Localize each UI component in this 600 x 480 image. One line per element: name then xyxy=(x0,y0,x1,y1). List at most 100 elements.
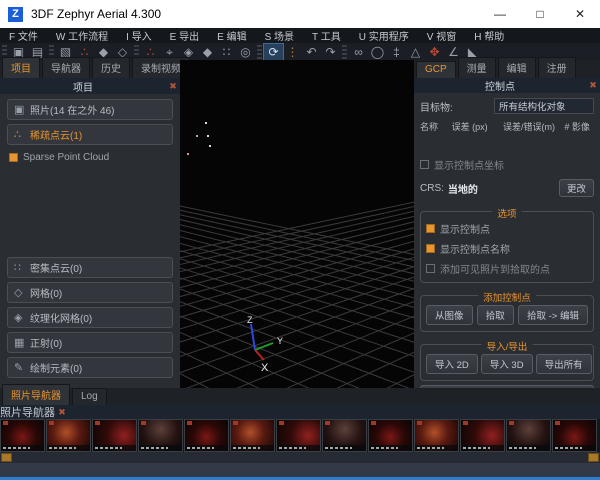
photo-thumbnail[interactable] xyxy=(460,419,505,452)
tab-register[interactable]: 注册 xyxy=(538,57,576,78)
orthophoto-item[interactable]: ▦ 正射(0) xyxy=(7,332,173,353)
close-icon[interactable]: ✖ xyxy=(166,81,180,92)
point-cloud-dot xyxy=(205,122,207,124)
sparse-layer-row[interactable]: Sparse Point Cloud xyxy=(7,149,173,166)
thumb-flag-icon xyxy=(233,421,238,425)
target-dropdown[interactable]: 所有结构化对象 xyxy=(494,98,594,114)
menu-edit[interactable]: E 编辑 xyxy=(208,28,255,43)
show-gcp-label: 显示控制点 xyxy=(440,221,490,236)
show-gcp-names-row[interactable]: 显示控制点名称 xyxy=(426,241,588,256)
solid-mesh-icon[interactable]: ◆ xyxy=(198,44,217,60)
thumb-flag-icon xyxy=(325,421,330,425)
menu-file[interactable]: F 文件 xyxy=(0,28,47,43)
photo-thumbnail[interactable] xyxy=(552,419,597,452)
gcp-table-empty[interactable] xyxy=(420,145,594,157)
show-coords-checkbox[interactable] xyxy=(420,160,429,169)
dense-cloud-item[interactable]: ∷ 密集点云(0) xyxy=(7,257,173,278)
pick-button[interactable]: 拾取 xyxy=(477,305,514,325)
photo-thumbnail[interactable] xyxy=(46,419,91,452)
thumb-filename xyxy=(553,445,596,451)
vertical-measure-icon[interactable]: ‡ xyxy=(387,44,406,60)
redo-icon[interactable]: ↷ xyxy=(321,44,340,60)
gcp-tool-icon[interactable]: ✥ xyxy=(425,44,444,60)
overflow-icon[interactable]: ⋮ xyxy=(283,44,302,60)
bottom-panel-tabs: 照片导航器 Log xyxy=(0,388,600,405)
sparse-cloud-item-label: 稀疏点云(1) xyxy=(30,127,82,142)
project-panel-header: 项目 ✖ xyxy=(0,78,180,94)
close-icon[interactable]: ✖ xyxy=(586,80,600,91)
close-icon[interactable]: ✖ xyxy=(55,407,69,418)
textured-mesh-item[interactable]: ◈ 纹理化网格(0) xyxy=(7,307,173,328)
thumbnail-scrollbar[interactable] xyxy=(0,452,600,463)
title-bar: Z 3DF Zephyr Aerial 4.300 — □ ✕ xyxy=(0,0,600,28)
menu-view[interactable]: V 视窗 xyxy=(418,28,465,43)
menu-scene[interactable]: S 场景 xyxy=(256,28,303,43)
camera-icon[interactable]: ◎ xyxy=(236,44,255,60)
pick-edit-button[interactable]: 拾取 -> 编辑 xyxy=(518,305,588,325)
plane-select-icon[interactable]: △ xyxy=(406,44,425,60)
photo-thumbnail[interactable] xyxy=(368,419,413,452)
menu-workflow[interactable]: W 工作流程 xyxy=(47,28,117,43)
axis-label-x: X xyxy=(261,362,268,374)
right-panel-tabs: GCP 测量 编辑 注册 xyxy=(414,60,600,78)
maximize-button[interactable]: □ xyxy=(520,0,560,28)
tab-project[interactable]: 项目 xyxy=(2,57,40,78)
photo-thumbnail[interactable] xyxy=(138,419,183,452)
thumb-filename xyxy=(185,445,228,451)
photos-item[interactable]: ▣ 照片(14 在之外 46) xyxy=(7,99,173,120)
photo-thumbnail[interactable] xyxy=(322,419,367,452)
app-logo-icon: Z xyxy=(8,7,23,22)
sync-view-icon[interactable]: ⟳ xyxy=(264,44,283,60)
minimize-button[interactable]: — xyxy=(480,0,520,28)
undo-icon[interactable]: ↶ xyxy=(302,44,321,60)
show-coords-row[interactable]: 显示控制点坐标 xyxy=(420,157,594,172)
thumb-flag-icon xyxy=(141,421,146,425)
sparse-cloud-item[interactable]: ∴ 稀疏点云(1) xyxy=(7,124,173,145)
layer-checkbox[interactable] xyxy=(9,153,18,162)
import-2d-button[interactable]: 导入 2D xyxy=(426,354,478,374)
photo-thumbnail[interactable] xyxy=(184,419,229,452)
thumb-flag-icon xyxy=(279,421,284,425)
menu-tools[interactable]: T 工具 xyxy=(303,28,350,43)
photo-thumbnail[interactable] xyxy=(92,419,137,452)
mesh-icon: ◇ xyxy=(14,286,30,299)
lasso-select-icon[interactable]: ∞ xyxy=(349,44,368,60)
scroll-right-button[interactable] xyxy=(588,453,599,462)
import-3d-button[interactable]: 导入 3D xyxy=(481,354,533,374)
tab-navigator[interactable]: 导航器 xyxy=(42,57,90,78)
axis-label-y: Y xyxy=(277,336,283,346)
photo-thumbnail[interactable] xyxy=(276,419,321,452)
menu-import[interactable]: I 导入 xyxy=(117,28,161,43)
photo-thumbnail[interactable] xyxy=(0,419,45,452)
photo-thumbnail[interactable] xyxy=(414,419,459,452)
tab-history[interactable]: 历史 xyxy=(92,57,130,78)
add-visible-photos-row[interactable]: 添加可见照片到拾取的点 xyxy=(426,261,588,276)
add-visible-photos-checkbox[interactable] xyxy=(426,264,435,273)
tab-log[interactable]: Log xyxy=(72,388,107,405)
menu-utilities[interactable]: U 实用程序 xyxy=(350,28,418,43)
import-export-group: 导入/导出 导入 2D 导入 3D 导出所有 xyxy=(420,344,594,381)
show-gcp-names-checkbox[interactable] xyxy=(426,244,435,253)
menu-bar: F 文件 W 工作流程 I 导入 E 导出 E 编辑 S 场景 T 工具 U 实… xyxy=(0,28,600,43)
gcp-panel: GCP 测量 编辑 注册 控制点 ✖ 目标物: 所有结构化对象 名称 误差 (p… xyxy=(414,60,600,388)
tab-edit[interactable]: 编辑 xyxy=(498,57,536,78)
scroll-left-button[interactable] xyxy=(1,453,12,462)
circle-select-icon[interactable]: ◯ xyxy=(368,44,387,60)
crs-change-button[interactable]: 更改 xyxy=(559,179,594,197)
tab-photo-navigator[interactable]: 照片导航器 xyxy=(2,384,70,405)
from-images-button[interactable]: 从图像 xyxy=(426,305,473,325)
tab-gcp[interactable]: GCP xyxy=(416,61,456,78)
menu-export[interactable]: E 导出 xyxy=(161,28,208,43)
photo-thumbnail[interactable] xyxy=(506,419,551,452)
show-gcp-row[interactable]: 显示控制点 xyxy=(426,221,588,236)
show-gcp-checkbox[interactable] xyxy=(426,224,435,233)
export-all-button[interactable]: 导出所有 xyxy=(536,354,592,374)
menu-help[interactable]: H 帮助 xyxy=(465,28,513,43)
viewport-3d[interactable]: Z Y X xyxy=(180,60,414,388)
drawing-elements-item[interactable]: ✎ 绘制元素(0) xyxy=(7,357,173,378)
tab-measure[interactable]: 测量 xyxy=(458,57,496,78)
edit-points-icon[interactable]: ∷ xyxy=(217,44,236,60)
close-button[interactable]: ✕ xyxy=(560,0,600,28)
mesh-item[interactable]: ◇ 网格(0) xyxy=(7,282,173,303)
photo-thumbnail[interactable] xyxy=(230,419,275,452)
